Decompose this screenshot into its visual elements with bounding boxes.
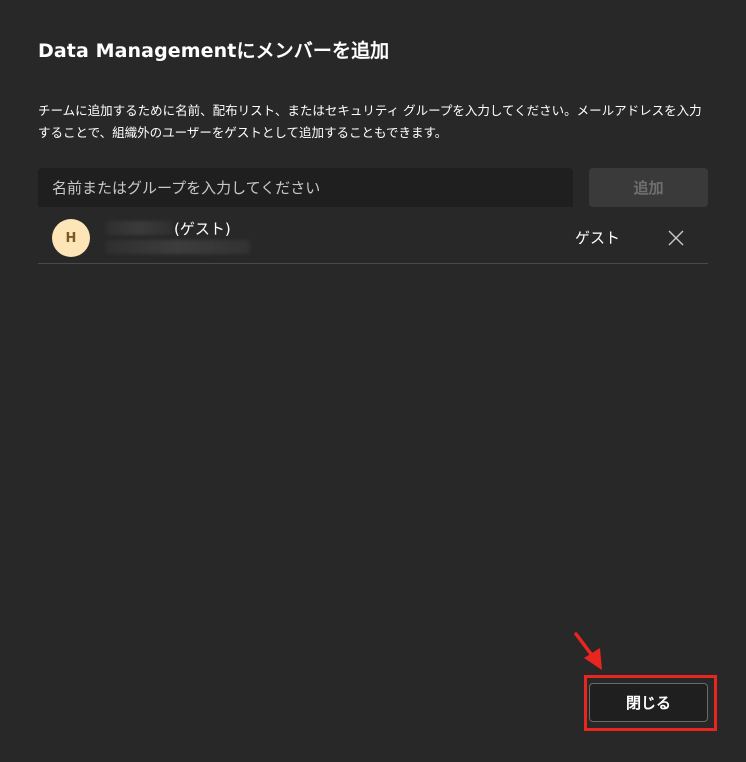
member-role[interactable]: ゲスト (575, 227, 620, 248)
avatar: H (52, 219, 90, 257)
member-guest-label: (ゲスト) (174, 220, 231, 238)
red-arrow-icon (574, 632, 602, 670)
redacted-email (106, 240, 250, 254)
redacted-name (106, 221, 172, 235)
remove-member-button[interactable] (662, 224, 690, 252)
member-search-input[interactable] (38, 168, 573, 207)
close-button[interactable]: 閉じる (589, 683, 708, 722)
dialog-description: チームに追加するために名前、配布リスト、またはセキュリティ グループを入力してく… (38, 103, 702, 140)
add-member-dialog: Data Managementにメンバーを追加 チームに追加するために名前、配布… (0, 0, 746, 762)
member-row: H (ゲスト) ゲスト (38, 210, 708, 264)
close-icon (668, 230, 684, 246)
dialog-title: Data Managementにメンバーを追加 (38, 40, 390, 62)
add-button[interactable]: 追加 (589, 168, 708, 207)
